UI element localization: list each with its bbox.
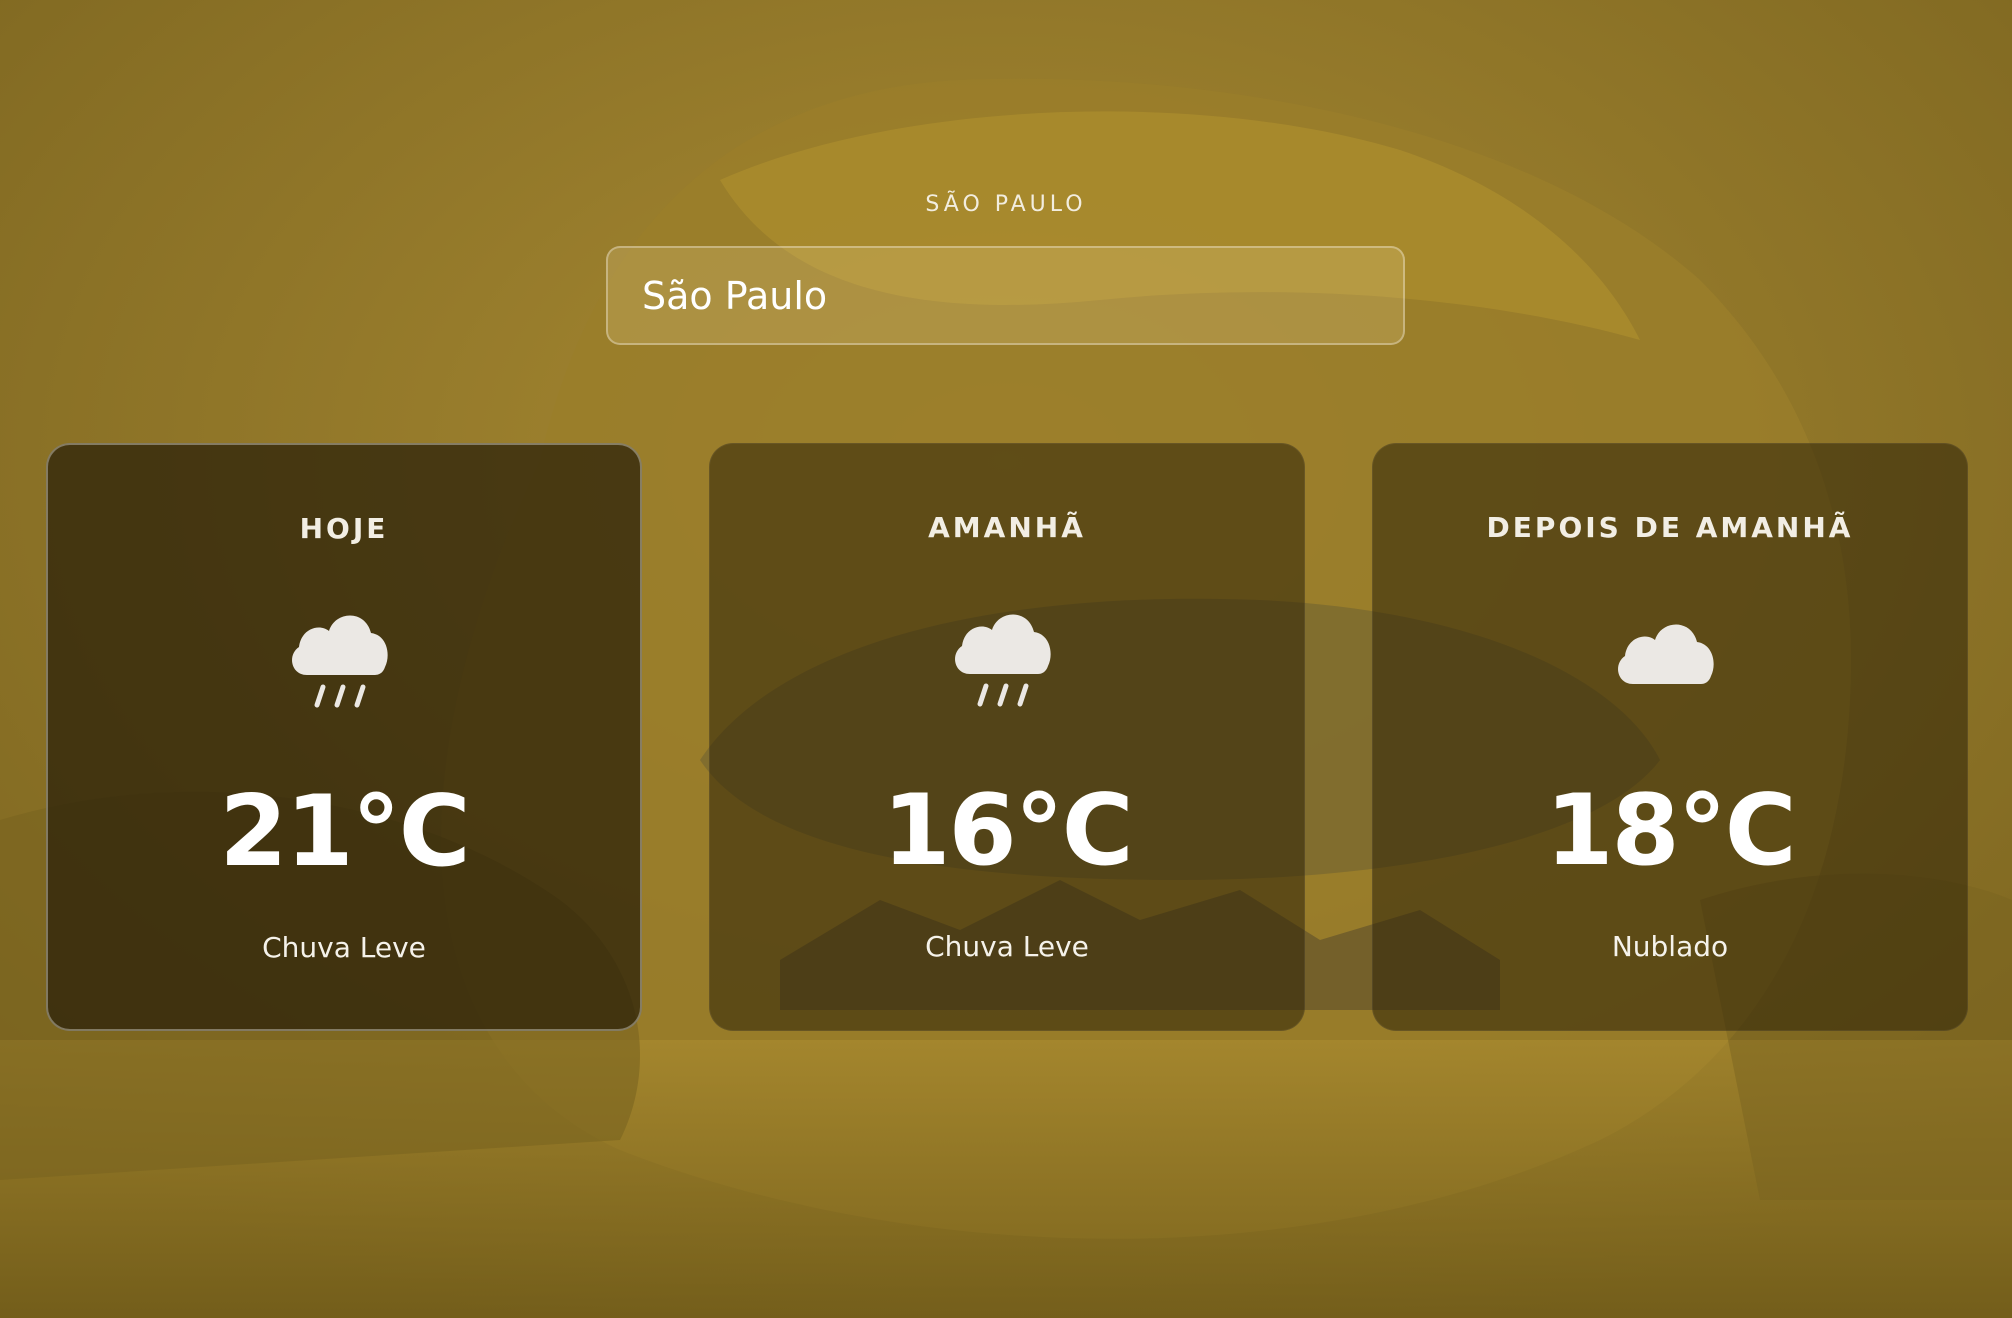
city-label: SÃO PAULO [925,192,1087,217]
forecast-cards: HOJE 21°C Chuva Leve AMANHÃ 16°C Chuva L… [46,443,1968,1031]
forecast-description: Nublado [1611,930,1729,963]
forecast-card-day-after-tomorrow[interactable]: DEPOIS DE AMANHÃ 18°C Nublado [1372,443,1968,1031]
forecast-day: DEPOIS DE AMANHÃ [1486,511,1854,544]
city-search-input[interactable] [606,246,1405,345]
cloud-rain-icon [955,614,1051,707]
weather-app: SÃO PAULO HOJE 21°C Chuva Leve AMANHÃ 16… [0,0,2012,1318]
forecast-day: HOJE [299,512,389,545]
forecast-temperature: 18°C [1545,774,1796,888]
cloud-icon [1618,624,1714,684]
forecast-card-today[interactable]: HOJE 21°C Chuva Leve [46,443,642,1031]
forecast-temperature: 16°C [882,774,1133,888]
forecast-description: Chuva Leve [262,931,426,964]
forecast-temperature: 21°C [219,775,470,889]
forecast-description: Chuva Leve [925,930,1089,963]
forecast-day: AMANHÃ [928,511,1086,544]
cloud-rain-icon [292,615,388,708]
forecast-card-tomorrow[interactable]: AMANHÃ 16°C Chuva Leve [709,443,1305,1031]
